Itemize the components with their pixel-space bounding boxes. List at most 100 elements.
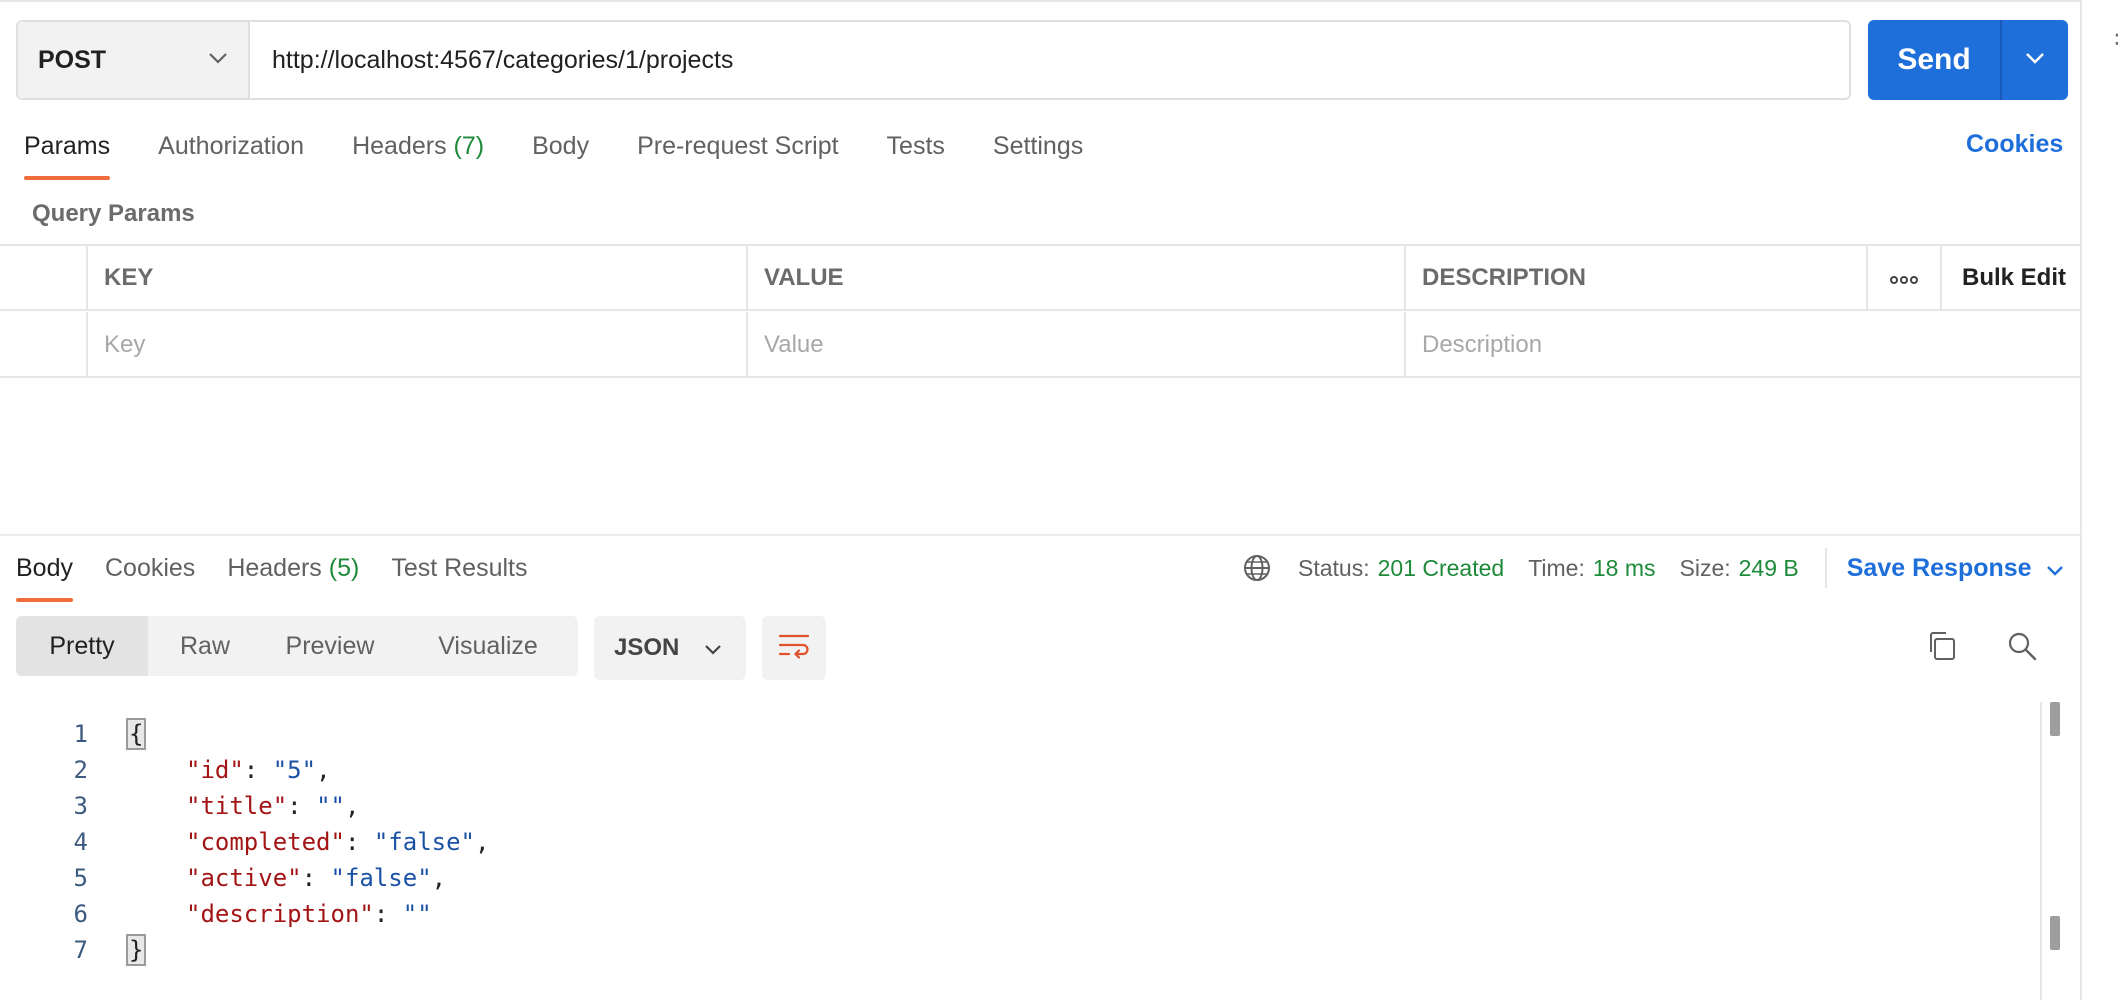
chevron-down-icon (2025, 51, 2045, 69)
code-line: 5 "active": "false", (0, 860, 447, 896)
response-tab-headers[interactable]: Headers (5) (227, 550, 359, 602)
tab-settings[interactable]: Settings (993, 128, 1083, 180)
json-key: "completed" (186, 828, 345, 856)
tab-label: Settings (992, 132, 1084, 160)
response-meta: Status: 201 Created Time: 18 ms Size: 249 B… (1242, 548, 2064, 588)
json-comma: , (344, 792, 360, 820)
view-mode-pretty[interactable]: Pretty (16, 616, 148, 676)
url-bar: POST (16, 20, 1851, 100)
bulk-edit-button[interactable]: Bulk Edit (1942, 246, 2082, 309)
send-options-button[interactable] (2002, 20, 2068, 100)
description-input[interactable]: Description (1406, 312, 2082, 377)
editor-scrollbar-thumb[interactable] (2050, 702, 2060, 736)
response-headers-count-badge: (5) (328, 554, 360, 582)
gutter-handle-glyph[interactable]: ∶ (2114, 28, 2120, 53)
time-group[interactable]: Time: 18 ms (1528, 555, 1655, 582)
method-select[interactable]: POST (18, 22, 250, 98)
right-gutter (2084, 0, 2124, 1000)
code-line: 3 "title": "", (0, 788, 360, 824)
editor-scrollbar-marker (2050, 916, 2060, 950)
url-input[interactable] (250, 22, 1849, 98)
json-value: "false" (330, 864, 432, 892)
time-value: 18 ms (1592, 554, 1656, 581)
tab-pre-request-script[interactable]: Pre-request Script (637, 128, 838, 180)
table-row: Key Value Description (0, 312, 2082, 377)
view-mode-visualize[interactable]: Visualize (398, 616, 578, 676)
line-number: 5 (73, 864, 88, 892)
json-value: "" (316, 792, 345, 820)
code-line: 2 "id": "5", (0, 752, 331, 788)
globe-icon[interactable] (1242, 553, 1272, 583)
tab-label: Headers (352, 132, 447, 160)
tab-label: Test Results (391, 554, 528, 582)
size-label: Size: (1679, 554, 1731, 581)
cookies-link[interactable]: Cookies (1966, 130, 2063, 159)
view-mode-preview[interactable]: Preview (262, 616, 398, 676)
tab-label: Body (532, 132, 590, 160)
save-response-button[interactable]: Save Response (1847, 554, 2064, 583)
line-number: 6 (73, 900, 88, 928)
response-tabs: Body Cookies Headers (5) Test Results (16, 550, 560, 602)
tab-label: Tests (886, 132, 945, 160)
editor-scrollbar-track[interactable] (2040, 702, 2042, 1000)
tab-label: Pre-request Script (637, 132, 839, 160)
status-group[interactable]: Status: 201 Created (1298, 555, 1504, 582)
tab-headers[interactable]: Headers (7) (352, 128, 484, 180)
tab-label: Headers (227, 554, 322, 582)
response-divider[interactable] (0, 534, 2082, 536)
query-params-title: Query Params (32, 200, 195, 227)
key-input[interactable]: Key (88, 312, 748, 377)
table-header-row: KEY VALUE DESCRIPTION Bulk Edit (0, 246, 2082, 311)
status-value: 201 Created (1377, 554, 1505, 581)
response-body-editor[interactable]: 1 { 2 "id": "5", 3 "title": "", 4 "compl… (0, 702, 2040, 1000)
divider (1824, 548, 1827, 588)
tab-body[interactable]: Body (532, 128, 589, 180)
size-group[interactable]: Size: 249 B (1680, 555, 1799, 582)
tab-tests[interactable]: Tests (887, 128, 945, 180)
status-label: Status: (1298, 554, 1370, 581)
response-tab-cookies[interactable]: Cookies (105, 550, 195, 602)
time-label: Time: (1528, 554, 1585, 581)
method-label: POST (38, 45, 107, 74)
search-icon (2006, 630, 2038, 667)
row-checkbox-cell (0, 312, 88, 377)
json-key: "title" (186, 792, 288, 820)
view-mode-segmented-control: Pretty Raw Preview Visualize (16, 616, 578, 676)
code-line: 6 "description": "" (0, 896, 432, 932)
query-params-table: KEY VALUE DESCRIPTION Bulk Edit Key Valu… (0, 244, 2082, 378)
column-header-description: DESCRIPTION (1406, 246, 1868, 309)
wrap-lines-button[interactable] (762, 616, 826, 680)
response-tab-body[interactable]: Body (16, 550, 73, 602)
search-button[interactable] (2004, 630, 2040, 666)
code-line: 1 { (0, 716, 147, 752)
json-value: "5" (272, 756, 317, 784)
copy-button[interactable] (1924, 630, 1960, 666)
tab-label: Params (24, 132, 111, 160)
more-options-button[interactable] (1868, 246, 1942, 309)
chevron-down-icon (704, 634, 722, 662)
view-mode-raw[interactable]: Raw (148, 616, 262, 676)
save-response-label: Save Response (1846, 553, 2032, 582)
headers-count-badge: (7) (453, 132, 485, 160)
postman-request-pane: POST Send Params Authorization Headers (… (0, 0, 2082, 1000)
line-number: 2 (73, 756, 88, 784)
value-input[interactable]: Value (748, 312, 1406, 377)
format-label: JSON (614, 634, 680, 661)
tab-authorization[interactable]: Authorization (158, 128, 304, 180)
code-line: 4 "completed": "false", (0, 824, 490, 860)
line-number: 1 (73, 720, 88, 748)
open-brace: { (125, 718, 147, 750)
send-button-group: Send (1868, 20, 2068, 100)
tab-params[interactable]: Params (24, 128, 111, 180)
copy-icon (1926, 630, 1958, 667)
column-header-key: KEY (88, 246, 748, 309)
response-tab-test-results[interactable]: Test Results (391, 550, 527, 602)
tab-label: Authorization (158, 132, 305, 160)
line-number: 4 (73, 828, 88, 856)
column-header-value: VALUE (748, 246, 1406, 309)
close-brace: } (125, 934, 147, 966)
more-horizontal-icon (1890, 264, 1918, 292)
send-button[interactable]: Send (1868, 20, 2002, 100)
chevron-down-icon (2032, 554, 2064, 583)
format-select[interactable]: JSON (594, 616, 746, 680)
